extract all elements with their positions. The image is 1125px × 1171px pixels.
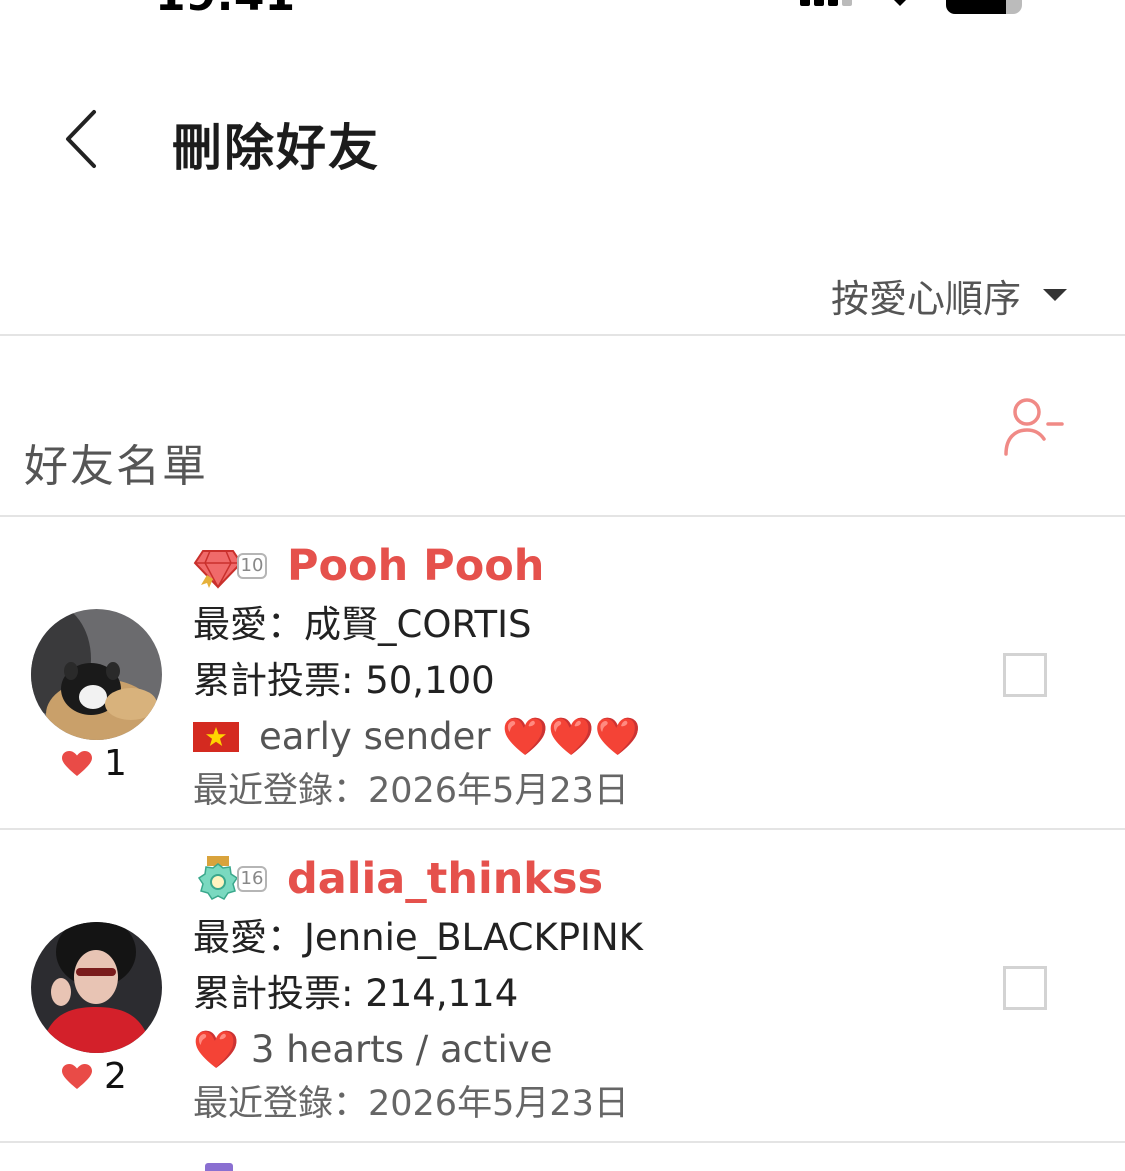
vietnam-flag-icon: [193, 722, 239, 752]
heart-count: 1: [62, 743, 127, 784]
heart-count-value: 2: [104, 1056, 127, 1097]
last-login: 最近登錄：2026年5月23日: [193, 1084, 629, 1124]
sort-label: 按愛心順序: [830, 276, 1021, 321]
status-bar: 19:41 82: [0, 0, 1125, 30]
friend-username[interactable]: Pooh Pooh: [287, 541, 544, 591]
divider: [0, 1141, 1125, 1143]
avatar[interactable]: [31, 609, 162, 740]
heart-icon: [62, 1063, 92, 1089]
heart-count-value: 1: [104, 743, 127, 784]
total-votes: 累計投票: 50,100: [193, 659, 495, 702]
sort-dropdown[interactable]: 按愛心順序: [831, 268, 1067, 322]
favorite-idol: 最愛：成賢_CORTIS: [193, 603, 532, 646]
select-checkbox[interactable]: [1003, 966, 1047, 1010]
select-checkbox[interactable]: [1003, 653, 1047, 697]
favorite-idol: 最愛：Jennie_BLACKPINK: [193, 916, 643, 959]
divider: [0, 334, 1125, 336]
wifi-icon: [894, 0, 906, 6]
rank-badge: 10: [193, 543, 269, 589]
remove-friend-button[interactable]: [1000, 394, 1068, 460]
ruby-gem-icon: [193, 550, 243, 589]
battery-icon: 82: [946, 0, 1022, 14]
rank-badge: 16: [193, 856, 269, 902]
status-message: early sender ❤️❤️❤️: [259, 715, 641, 758]
chevron-left-icon: [66, 110, 96, 168]
heart-icon: [62, 750, 92, 776]
friend-row[interactable]: 2 16 dalia_thinkss 最愛：Jennie_BLACKPINK 累…: [0, 830, 1125, 1142]
status-time: 19:41: [155, 0, 295, 21]
next-row-badge-peek: [205, 1163, 233, 1171]
avatar[interactable]: [31, 922, 162, 1053]
badge-level: 10: [237, 553, 267, 579]
page-title: 刪除好友: [172, 119, 380, 177]
friend-username[interactable]: dalia_thinkss: [287, 854, 603, 904]
total-votes: 累計投票: 214,114: [193, 972, 519, 1015]
friend-row[interactable]: 1 10 Pooh Pooh 最愛：成賢_CORTIS 累計投票: 50,100…: [0, 517, 1125, 829]
last-login: 最近登錄：2026年5月23日: [193, 771, 629, 811]
back-button[interactable]: [58, 106, 108, 172]
section-title: 好友名單: [24, 441, 208, 492]
status-message: ❤️ 3 hearts / active: [193, 1028, 553, 1071]
badge-level: 16: [237, 866, 267, 892]
emerald-medal-icon: [197, 856, 239, 900]
battery-level: 82: [958, 0, 989, 3]
signal-icon: [800, 0, 856, 12]
user-minus-icon: [1004, 398, 1064, 456]
heart-count: 2: [62, 1056, 127, 1097]
caret-down-icon: [1043, 289, 1067, 301]
header: 刪除好友: [0, 80, 1125, 200]
status-message-row: early sender ❤️❤️❤️: [193, 713, 641, 761]
